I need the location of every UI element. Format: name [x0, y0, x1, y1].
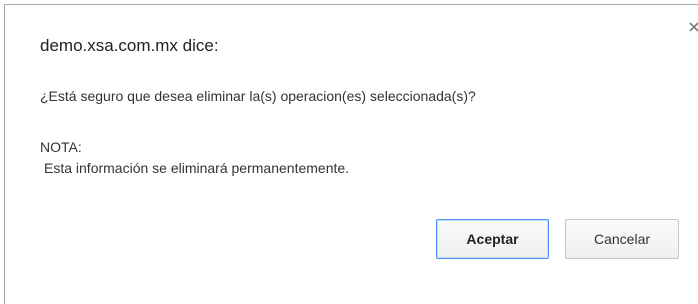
- note-text: Esta información se eliminará permanente…: [44, 160, 350, 176]
- accept-button[interactable]: Aceptar: [436, 219, 549, 259]
- cancel-button[interactable]: Cancelar: [565, 219, 679, 259]
- dialog-message: ¿Está seguro que desea eliminar la(s) op…: [40, 88, 476, 104]
- note-label: NOTA:: [40, 139, 82, 155]
- close-icon[interactable]: [688, 21, 698, 33]
- dialog-title: demo.xsa.com.mx dice:: [40, 36, 219, 55]
